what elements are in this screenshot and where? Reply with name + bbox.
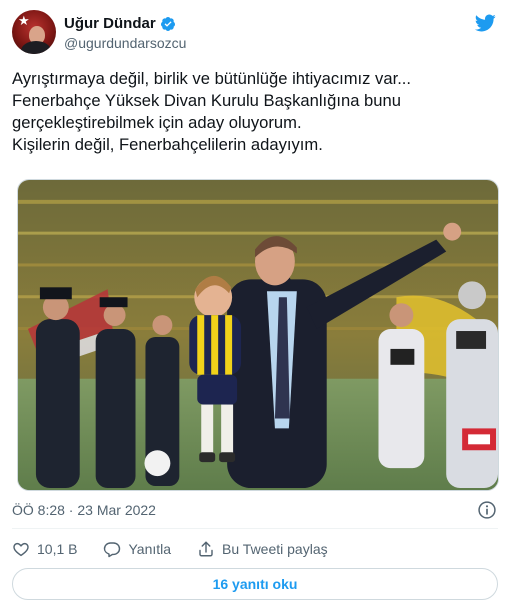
divider [12, 528, 498, 529]
star-icon: ★ [18, 14, 30, 29]
share-upload-icon [199, 541, 213, 557]
like-count: 10,1 B [37, 541, 78, 557]
like-button[interactable]: 10,1 B [12, 540, 77, 558]
tweet-header: ★ Uğur Dündar @ugurdundarsozcu [12, 8, 498, 56]
tweet-text-line: Ayrıştırmaya değil, birlik ve bütünlüğe … [12, 69, 412, 88]
avatar-suit [21, 41, 51, 54]
read-replies-button[interactable]: 16 yanıtı oku [12, 568, 498, 600]
tweet-text: Ayrıştırmaya değil, birlik ve bütünlüğe … [12, 68, 502, 156]
verified-badge-icon [160, 16, 176, 32]
reply-button[interactable]: Yanıtla [103, 540, 171, 558]
share-label: Bu Tweeti paylaş [222, 541, 328, 557]
tweet-actions: 10,1 B Yanıtla Bu Tweeti paylaş [12, 538, 354, 560]
reply-label: Yanıtla [128, 541, 172, 557]
tweet-text-line: Fenerbahçe Yüksek Divan Kurulu Başkanlığ… [12, 91, 401, 110]
tweet-timestamp[interactable]: ÖÖ 8:28 · 23 Mar 2022 [12, 502, 156, 518]
share-button[interactable]: Bu Tweeti paylaş [197, 540, 328, 558]
author-display-name[interactable]: Uğur Dündar [64, 15, 156, 32]
tweet-text-line: gerçekleştirebilmek için aday oluyorum. [12, 113, 302, 132]
tweet-photo[interactable] [17, 179, 499, 491]
info-icon[interactable] [477, 500, 497, 520]
tweet-card: ★ Uğur Dündar @ugurdundarsozcu Ayrıştırm… [0, 0, 510, 606]
twitter-bird-icon[interactable] [474, 12, 496, 34]
speech-bubble-icon [104, 542, 121, 558]
heart-icon [13, 542, 29, 557]
tweet-text-line: Kişilerin değil, Fenerbahçelilerin adayı… [12, 135, 323, 154]
author-name-row[interactable]: Uğur Dündar [64, 15, 176, 32]
avatar[interactable]: ★ [12, 10, 56, 54]
author-handle[interactable]: @ugurdundarsozcu [64, 35, 186, 51]
